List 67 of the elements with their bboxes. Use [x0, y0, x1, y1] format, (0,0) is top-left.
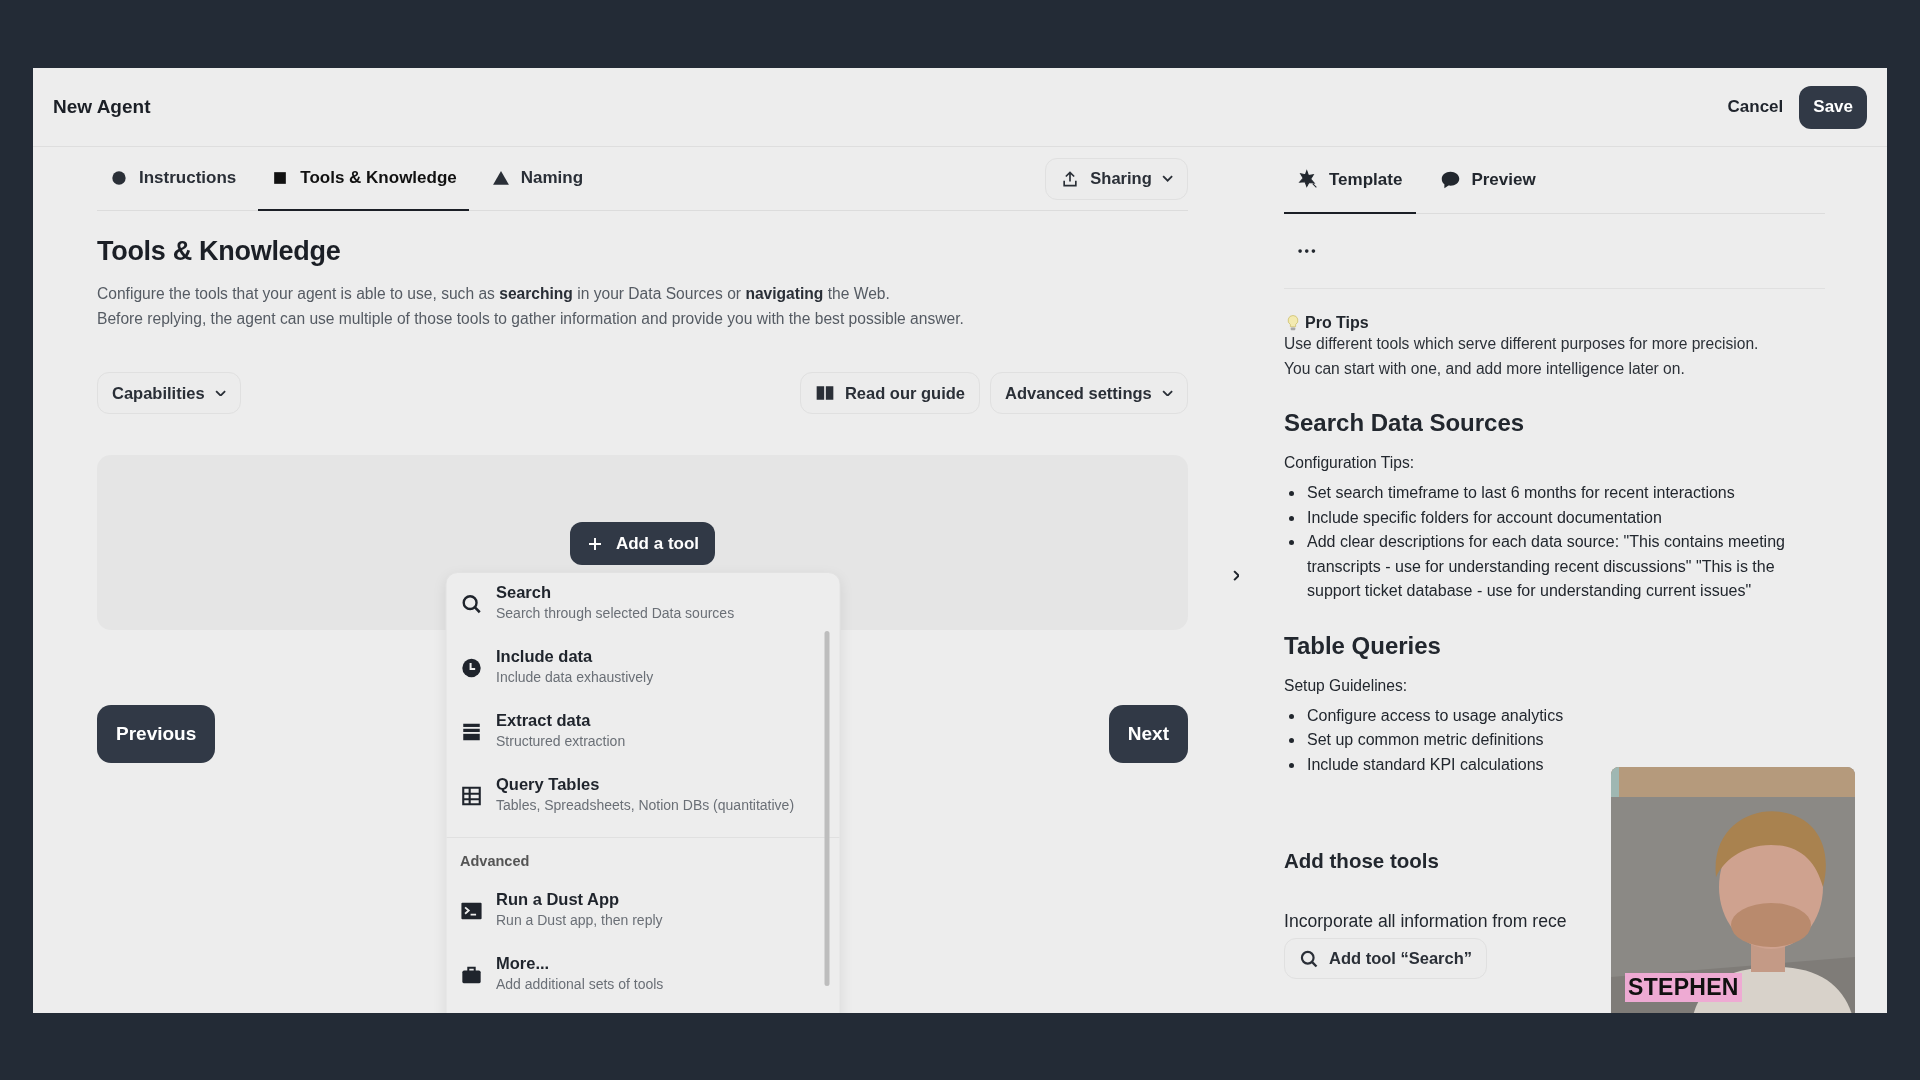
menu-item[interactable]: More... Add additional sets of tools: [446, 948, 839, 1012]
menu-item[interactable]: Include data Include data exhaustively: [446, 641, 839, 705]
clock-icon: [460, 657, 482, 679]
bullet-text: Include standard KPI calculations: [1307, 754, 1544, 775]
chevron-down-icon: [214, 389, 226, 397]
menu-item[interactable]: Search Search through selected Data sources: [446, 577, 839, 641]
advanced-settings-dropdown[interactable]: Advanced settings: [990, 372, 1188, 414]
bullet-icon: [1289, 540, 1294, 545]
description-text: Before replying, the agent can use multiple of those tools to gather information and provide you with the best possible answer.: [97, 309, 965, 329]
bullet-icon: [1289, 515, 1294, 521]
template-heading: Search Data Sources: [1284, 409, 1526, 437]
book-icon: [814, 383, 835, 403]
bullet-text: Include specific folders for account documentation: [1307, 507, 1662, 528]
tab[interactable]: Instructions: [97, 147, 249, 211]
briefcase-icon: [460, 964, 482, 986]
bullet-text: Configure access to usage analytics: [1307, 705, 1564, 726]
more-icon: [1298, 248, 1316, 254]
more-button[interactable]: [1298, 248, 1316, 254]
search-icon: [460, 593, 482, 615]
add-tool-button[interactable]: Add tool “Search”: [1284, 938, 1487, 979]
add-tool-button[interactable]: Add a tool: [569, 522, 716, 565]
menu-heading: Advanced: [460, 853, 530, 869]
chevron-right-icon: [1232, 570, 1240, 582]
tips-text: You can start with one, and add more intelligence later on.: [1284, 358, 1686, 379]
search-icon: [1299, 948, 1319, 969]
chevron-down-icon: [1161, 175, 1173, 182]
tab[interactable]: Preview: [1426, 147, 1550, 214]
bullet-icon: [1289, 491, 1294, 496]
template-text: Setup Guidelines:: [1284, 675, 1409, 696]
tab[interactable]: Tools & Knowledge: [258, 147, 469, 211]
bullet-text: Set up common metric definitions: [1307, 730, 1544, 750]
menu-item[interactable]: Query Tables Tables, Spreadsheets, Notion DBs (quantitative): [446, 769, 839, 833]
previous-button[interactable]: Previous: [97, 705, 216, 763]
tab[interactable]: Template: [1284, 147, 1417, 214]
template-text: Incorporate all information from rece: [1284, 911, 1568, 932]
description-text: Configure the tools that your agent is able to use, such as searching in your Data Sources or navigating the Web.: [97, 284, 891, 304]
template-heading: Table Queries: [1284, 631, 1442, 660]
name-caption: STEPHEN: [1625, 973, 1742, 1002]
template-text: Configuration Tips:: [1284, 453, 1416, 473]
window-title: New Agent: [53, 96, 152, 118]
bullet-text: Set search timeframe to last 6 months for recent interactions: [1307, 483, 1735, 503]
bullet-icon: [1289, 762, 1294, 768]
scrollbar[interactable]: [824, 631, 829, 986]
sharing-button[interactable]: Sharing: [1045, 157, 1188, 200]
terminal-icon: [460, 900, 482, 922]
capabilities-dropdown[interactable]: Capabilities: [97, 372, 241, 414]
table-icon: [460, 785, 482, 807]
speech-bubble-icon: [1440, 169, 1462, 190]
bullet-text: Add clear descriptions for each data source: "This contains meeting transcripts - use for understanding recent discussions" "This is the support ticket database - use for understanding current issues": [1307, 532, 1786, 601]
section-title: Tools & Knowledge: [97, 236, 342, 267]
chevron-down-icon: [1161, 389, 1173, 397]
bullet-icon: [1289, 738, 1294, 743]
cancel-button[interactable]: Cancel: [1711, 86, 1800, 128]
save-button[interactable]: Save: [1799, 85, 1867, 129]
menu-item[interactable]: Extract data Structured extraction: [446, 705, 839, 769]
next-button[interactable]: Next: [1108, 705, 1188, 763]
guide-button[interactable]: Read our guide: [799, 372, 981, 414]
star-icon: [1298, 169, 1319, 190]
tips-text: Use different tools which serve different purposes for more precision.: [1284, 334, 1760, 354]
lightbulb-icon: [1284, 314, 1302, 332]
stack-icon: [460, 721, 482, 743]
tab[interactable]: Naming: [478, 147, 596, 211]
bullet-icon: [1289, 713, 1294, 719]
tips-title: Pro Tips: [1305, 314, 1369, 332]
circle-icon: [109, 168, 129, 188]
template-heading: Add those tools: [1284, 849, 1440, 873]
menu-item[interactable]: Run a Dust App Run a Dust app, then reply: [446, 884, 839, 948]
